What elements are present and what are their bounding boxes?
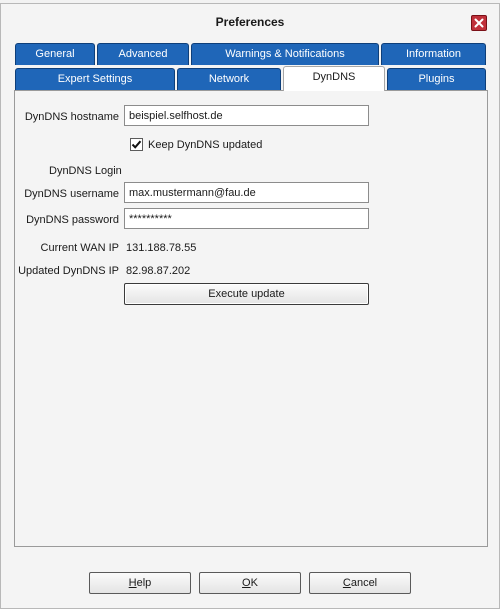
current-wan-ip-value: 131.188.78.55 xyxy=(126,242,197,254)
dialog-title: Preferences xyxy=(215,15,285,29)
preferences-dialog: Preferences General Advanced Warnings & … xyxy=(0,3,500,609)
tab-advanced[interactable]: Advanced xyxy=(97,43,189,65)
current-wan-ip-label: Current WAN IP xyxy=(40,242,119,254)
password-label: DynDNS password xyxy=(26,214,119,226)
help-mnemonic: H xyxy=(128,577,137,589)
dyndns-panel: DynDNS hostname Keep DynDNS updated DynD… xyxy=(14,90,488,547)
tab-warnings-notifications[interactable]: Warnings & Notifications xyxy=(191,43,379,65)
username-label: DynDNS username xyxy=(24,188,119,200)
help-label-rest: elp xyxy=(136,577,152,589)
execute-update-button[interactable]: Execute update xyxy=(124,283,369,305)
tab-expert-settings[interactable]: Expert Settings xyxy=(15,68,175,90)
cancel-button[interactable]: Cancel xyxy=(309,572,411,594)
ok-mnemonic: O xyxy=(242,577,251,589)
hostname-field[interactable] xyxy=(124,105,369,126)
tab-general[interactable]: General xyxy=(15,43,95,65)
tab-network[interactable]: Network xyxy=(177,68,281,90)
keep-updated-label: Keep DynDNS updated xyxy=(148,139,263,151)
cancel-mnemonic: C xyxy=(342,577,351,589)
password-field[interactable] xyxy=(124,208,369,229)
username-field[interactable] xyxy=(124,182,369,203)
tab-information[interactable]: Information xyxy=(381,43,486,65)
ok-label-rest: K xyxy=(250,577,258,589)
hostname-label: DynDNS hostname xyxy=(24,111,119,123)
checkmark-icon xyxy=(131,140,142,149)
ok-button[interactable]: OK xyxy=(199,572,301,594)
login-section-heading: DynDNS Login xyxy=(49,165,122,177)
close-icon xyxy=(474,18,484,28)
tab-plugins[interactable]: Plugins xyxy=(387,68,486,90)
close-button[interactable] xyxy=(471,15,487,31)
updated-ip-label: Updated DynDNS IP xyxy=(18,265,119,277)
keep-updated-checkbox[interactable] xyxy=(130,138,143,151)
cancel-label-rest: ancel xyxy=(350,577,378,589)
help-button[interactable]: Help xyxy=(89,572,191,594)
updated-ip-value: 82.98.87.202 xyxy=(126,265,191,277)
tab-dyndns[interactable]: DynDNS xyxy=(283,66,385,91)
